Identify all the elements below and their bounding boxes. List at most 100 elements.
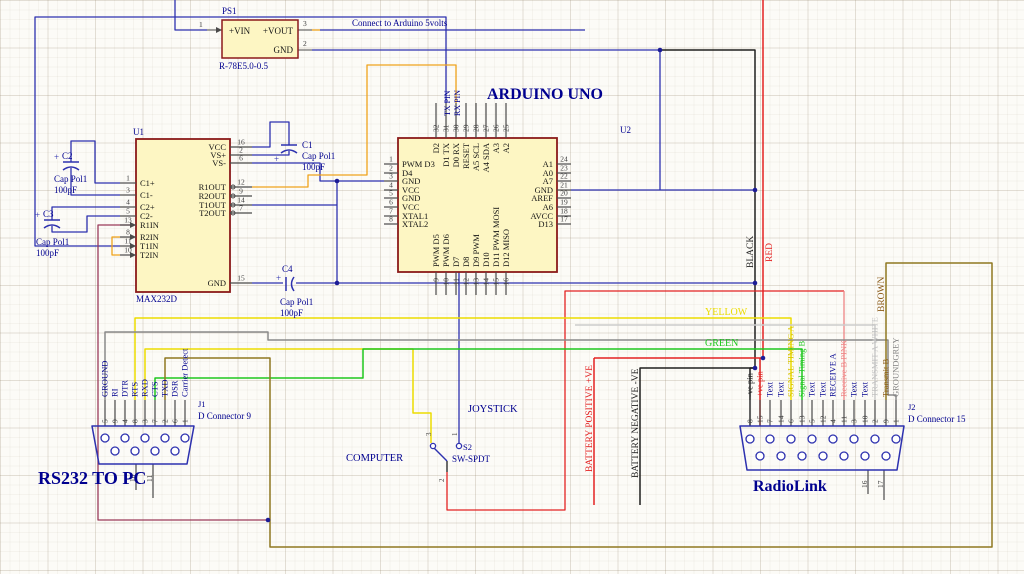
cap-plus: + — [276, 273, 281, 283]
wire-c3-bot[interactable] — [51, 215, 120, 233]
c4-ref: C4 — [282, 264, 293, 274]
wire-batt-neg[interactable] — [639, 367, 755, 505]
c2-ref: C2 — [62, 151, 73, 161]
pin-number: 9 — [432, 278, 441, 282]
pin-number: 2 — [871, 419, 880, 423]
radiolink-title: RadioLink — [753, 478, 827, 495]
component-s2[interactable]: 3 1 2 S2 SW-SPDT — [425, 432, 491, 482]
net-note-5v[interactable]: Connect to Arduino 5volts — [352, 18, 448, 28]
net-label-tx-pin[interactable]: TX PIN — [443, 90, 452, 116]
pin-label: CTS — [150, 381, 160, 397]
pin-number: 11 — [452, 278, 461, 285]
schematic-canvas: PS1 R-78E5.0-0.5 +VIN +VOUT GND 1 3 2 Co… — [34, 0, 993, 548]
wire-green-cts[interactable] — [154, 348, 803, 400]
pin-label: A3 — [491, 143, 501, 153]
component-c3[interactable]: + C3 Cap Pol1 100pF — [35, 209, 69, 258]
wire-black[interactable] — [660, 49, 756, 426]
c3-ref: C3 — [43, 209, 54, 219]
pin-number: 17 — [876, 480, 885, 488]
net-label-rx-pin[interactable]: RX PIN — [453, 90, 462, 116]
j2-hole — [849, 434, 859, 444]
pin-number: 4 — [829, 419, 838, 423]
component-j2[interactable]: 8-ve pin15+ve pin7Text14Text6SIGNAL TIMI… — [739, 317, 966, 500]
j2-part: D Connector 15 — [908, 414, 966, 424]
pin-number: 27 — [482, 124, 491, 132]
pin-number: 14 — [482, 278, 491, 286]
j1-hole — [110, 446, 120, 456]
pin-number: 8 — [131, 419, 140, 423]
pin-number: 6 — [389, 198, 393, 207]
junction-dot — [752, 365, 758, 371]
pin-number: 3 — [850, 419, 859, 423]
pin-label: GROUNDGREY — [891, 338, 901, 398]
component-c4[interactable]: + C4 Cap Pol1 100pF — [276, 264, 313, 318]
junction-dot — [752, 187, 758, 193]
pin-label: D10 — [481, 252, 491, 267]
j1-part: D Connector 9 — [198, 411, 251, 421]
pin-label: Signal Timing B — [797, 340, 807, 397]
pin-number: 29 — [462, 124, 471, 132]
pin-number: 10 — [861, 415, 870, 423]
pin-label: D11 PWM MOSI — [491, 207, 501, 267]
junction-dot — [760, 355, 766, 361]
c1-value: 100pF — [302, 162, 325, 172]
pin-label: Text — [818, 381, 828, 397]
pin-label: Text — [849, 381, 859, 397]
pin-label: -ve pin — [745, 372, 755, 397]
cap-plus: + — [35, 210, 40, 220]
j2-shell[interactable] — [739, 425, 905, 471]
pin-label: GND — [208, 278, 226, 288]
pin-number: 5 — [808, 419, 817, 423]
component-ps1[interactable]: PS1 R-78E5.0-0.5 +VIN +VOUT GND 1 3 2 — [199, 6, 312, 71]
pin-number: 7 — [766, 419, 775, 423]
u2-ref: U2 — [620, 125, 631, 135]
pin-number: 9 — [882, 419, 891, 423]
pin-number: 2 — [161, 419, 170, 423]
pin-number: 14 — [777, 415, 786, 423]
ps1-pin-gnd: GND — [274, 45, 294, 55]
pin-number: 8 — [389, 215, 393, 224]
pin-arrow — [216, 27, 222, 33]
pin-label: DSR — [170, 380, 180, 397]
pin-label: T2OUT — [199, 208, 227, 218]
c3-part: Cap Pol1 — [36, 237, 69, 247]
pin-label: A4 SDA — [481, 142, 491, 172]
rs232-title: RS232 TO PC — [38, 468, 146, 488]
pin-number: 3 — [126, 186, 130, 195]
pin-number: 19 — [560, 198, 568, 207]
j2-hole — [786, 434, 796, 444]
component-u1[interactable]: U1 MAX232D 1 C1+3 C1-4 C2+5 C2-13 R1IN8 R2IN11… — [120, 127, 252, 304]
pin-number: 26 — [492, 124, 501, 132]
j2-hole — [881, 451, 891, 461]
j2-hole — [765, 434, 775, 444]
wire-c3-top[interactable] — [51, 206, 120, 220]
pin-label: A5 SCL — [471, 143, 481, 171]
pin-label: D1 TX — [441, 143, 451, 167]
j2-hole — [891, 434, 901, 444]
wire-yellow-rts[interactable] — [134, 317, 792, 400]
s2-lever[interactable] — [433, 447, 448, 462]
pin-number: 22 — [560, 172, 568, 181]
j1-hole — [170, 446, 180, 456]
component-c1[interactable]: + C1 Cap Pol1 100pF — [274, 140, 335, 172]
pin-label: C1- — [140, 190, 153, 200]
pin-number: 4 — [121, 419, 130, 423]
c2-part: Cap Pol1 — [54, 174, 87, 184]
j2-hole — [755, 451, 765, 461]
j2-hole — [870, 434, 880, 444]
u1-part: MAX232D — [136, 294, 178, 304]
pin-number: 30 — [452, 124, 461, 132]
pin-label: Receive B PINK — [839, 339, 849, 397]
pin-label: R1IN — [140, 220, 159, 230]
pin-label: RTS — [130, 382, 140, 397]
j1-shell[interactable] — [91, 425, 195, 465]
joystick-label: JOYSTICK — [468, 404, 518, 415]
schematic-sheet: PS1 R-78E5.0-0.5 +VIN +VOUT GND 1 3 2 Co… — [0, 0, 1024, 574]
wire-vcc-loop[interactable] — [252, 121, 290, 148]
pin-label: RESET — [461, 142, 471, 169]
j1-hole — [180, 433, 190, 443]
pin-label: VS- — [212, 158, 226, 168]
s2-part: SW-SPDT — [452, 454, 491, 464]
j1-hole — [140, 433, 150, 443]
j2-ref: J2 — [908, 402, 916, 412]
